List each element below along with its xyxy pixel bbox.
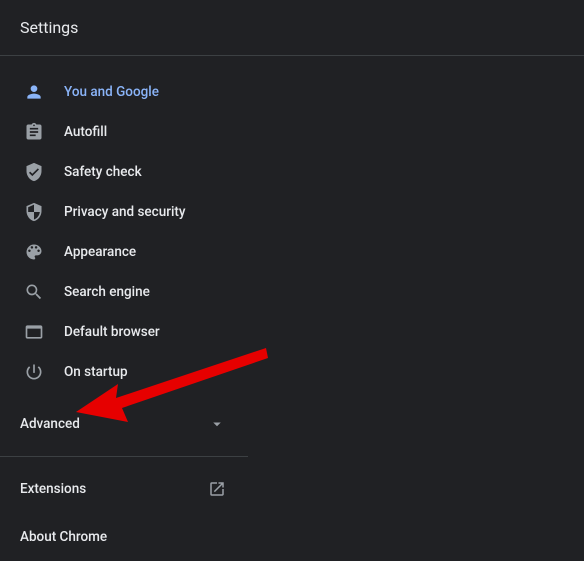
sidebar-item-label: On startup xyxy=(64,364,128,380)
open-in-new-icon xyxy=(208,480,226,498)
sidebar-item-you-and-google[interactable]: You and Google xyxy=(0,72,248,112)
sidebar-item-label: Privacy and security xyxy=(64,204,186,220)
advanced-label: Advanced xyxy=(20,416,80,432)
sidebar-item-privacy-and-security[interactable]: Privacy and security xyxy=(0,192,248,232)
settings-sidebar: You and Google Autofill Safety check Pri… xyxy=(0,56,248,561)
sidebar-item-label: Autofill xyxy=(64,124,107,140)
about-chrome-label: About Chrome xyxy=(20,529,107,545)
power-icon xyxy=(24,362,44,382)
sidebar-item-default-browser[interactable]: Default browser xyxy=(0,312,248,352)
person-icon xyxy=(24,82,44,102)
extensions-label: Extensions xyxy=(20,481,86,497)
sidebar-item-label: Default browser xyxy=(64,324,160,340)
shield-icon xyxy=(24,202,44,222)
shield-check-icon xyxy=(24,162,44,182)
sidebar-item-label: Safety check xyxy=(64,164,142,180)
browser-icon xyxy=(24,322,44,342)
sidebar-item-appearance[interactable]: Appearance xyxy=(0,232,248,272)
sidebar-item-label: You and Google xyxy=(64,84,159,100)
sidebar-item-label: Appearance xyxy=(64,244,136,260)
sidebar-item-about-chrome[interactable]: About Chrome xyxy=(0,513,248,561)
sidebar-item-autofill[interactable]: Autofill xyxy=(0,112,248,152)
sidebar-item-search-engine[interactable]: Search engine xyxy=(0,272,248,312)
search-icon xyxy=(24,282,44,302)
divider xyxy=(0,456,248,457)
chevron-down-icon xyxy=(208,415,226,433)
palette-icon xyxy=(24,242,44,262)
clipboard-icon xyxy=(24,122,44,142)
sidebar-item-label: Search engine xyxy=(64,284,150,300)
page-title: Settings xyxy=(20,18,78,37)
sidebar-item-extensions[interactable]: Extensions xyxy=(0,465,248,513)
sidebar-item-on-startup[interactable]: On startup xyxy=(0,352,248,392)
advanced-toggle[interactable]: Advanced xyxy=(0,400,248,448)
sidebar-item-safety-check[interactable]: Safety check xyxy=(0,152,248,192)
settings-header: Settings xyxy=(0,0,584,56)
